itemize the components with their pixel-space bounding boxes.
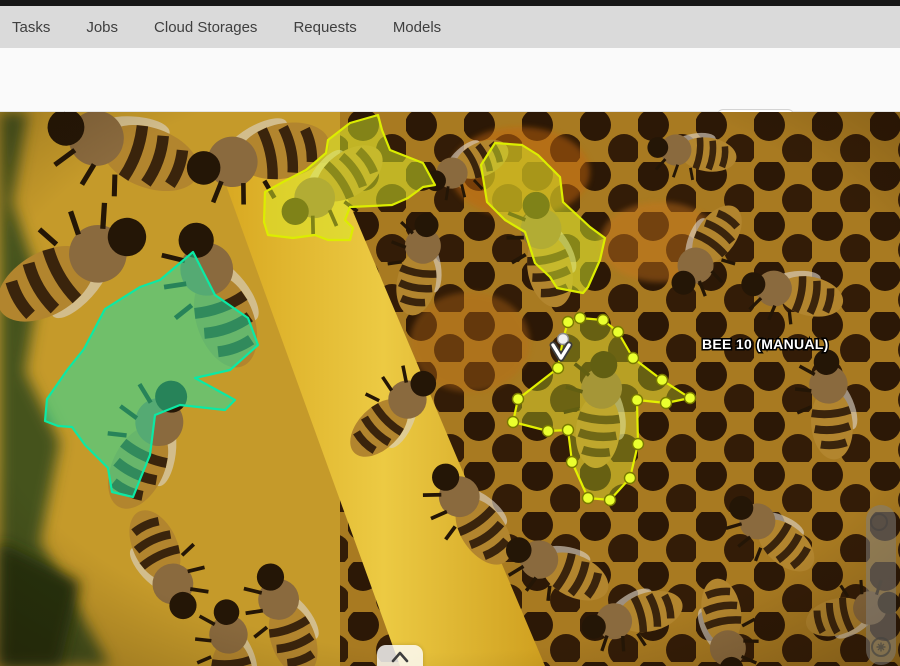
- scene-svg: BEE 10 (MANUAL): [0, 112, 900, 666]
- polygon-vertex[interactable]: [626, 351, 640, 365]
- polygon-vertex[interactable]: [683, 391, 697, 405]
- expand-panel-button[interactable]: [377, 645, 423, 666]
- app-window: Tasks Jobs Cloud Storages Requests Model…: [0, 0, 900, 666]
- side-control-pill[interactable]: [866, 505, 896, 665]
- polygon-vertex[interactable]: [623, 471, 637, 485]
- nav-item-requests[interactable]: Requests: [293, 19, 356, 36]
- polygon-vertex[interactable]: [573, 311, 587, 325]
- polygon-vertex[interactable]: [611, 325, 625, 339]
- polygon-vertex[interactable]: [561, 423, 575, 437]
- polygon-vertex[interactable]: [630, 393, 644, 407]
- annotation-label: BEE 10 (MANUAL): [702, 336, 829, 352]
- nav-item-jobs[interactable]: Jobs: [86, 19, 118, 36]
- pill-bottom-icon[interactable]: [869, 635, 893, 659]
- chevron-up-icon: [391, 651, 409, 663]
- polygon-vertex[interactable]: [603, 493, 617, 507]
- annotation-toolbar: Redo: [0, 48, 900, 149]
- polygon-vertex[interactable]: [596, 313, 610, 327]
- polygon-vertex[interactable]: [581, 491, 595, 505]
- polygon-vertex[interactable]: [561, 315, 575, 329]
- polygon-vertex[interactable]: [631, 437, 645, 451]
- polygon-vertex[interactable]: [551, 361, 565, 375]
- polygon-vertex[interactable]: [655, 373, 669, 387]
- polygon-vertex[interactable]: [506, 415, 520, 429]
- nav-item-tasks[interactable]: Tasks: [12, 19, 50, 36]
- polygon-vertex[interactable]: [565, 455, 579, 469]
- nav-item-cloud-storages[interactable]: Cloud Storages: [154, 19, 257, 36]
- pill-top-circle[interactable]: [870, 513, 888, 531]
- nav-item-models[interactable]: Models: [393, 19, 441, 36]
- polygon-vertex[interactable]: [659, 396, 673, 410]
- polygon-vertex[interactable]: [511, 392, 525, 406]
- main-nav: Tasks Jobs Cloud Storages Requests Model…: [0, 6, 900, 48]
- annotation-canvas[interactable]: BEE 10 (MANUAL): [0, 112, 900, 666]
- polygon-vertex[interactable]: [541, 424, 555, 438]
